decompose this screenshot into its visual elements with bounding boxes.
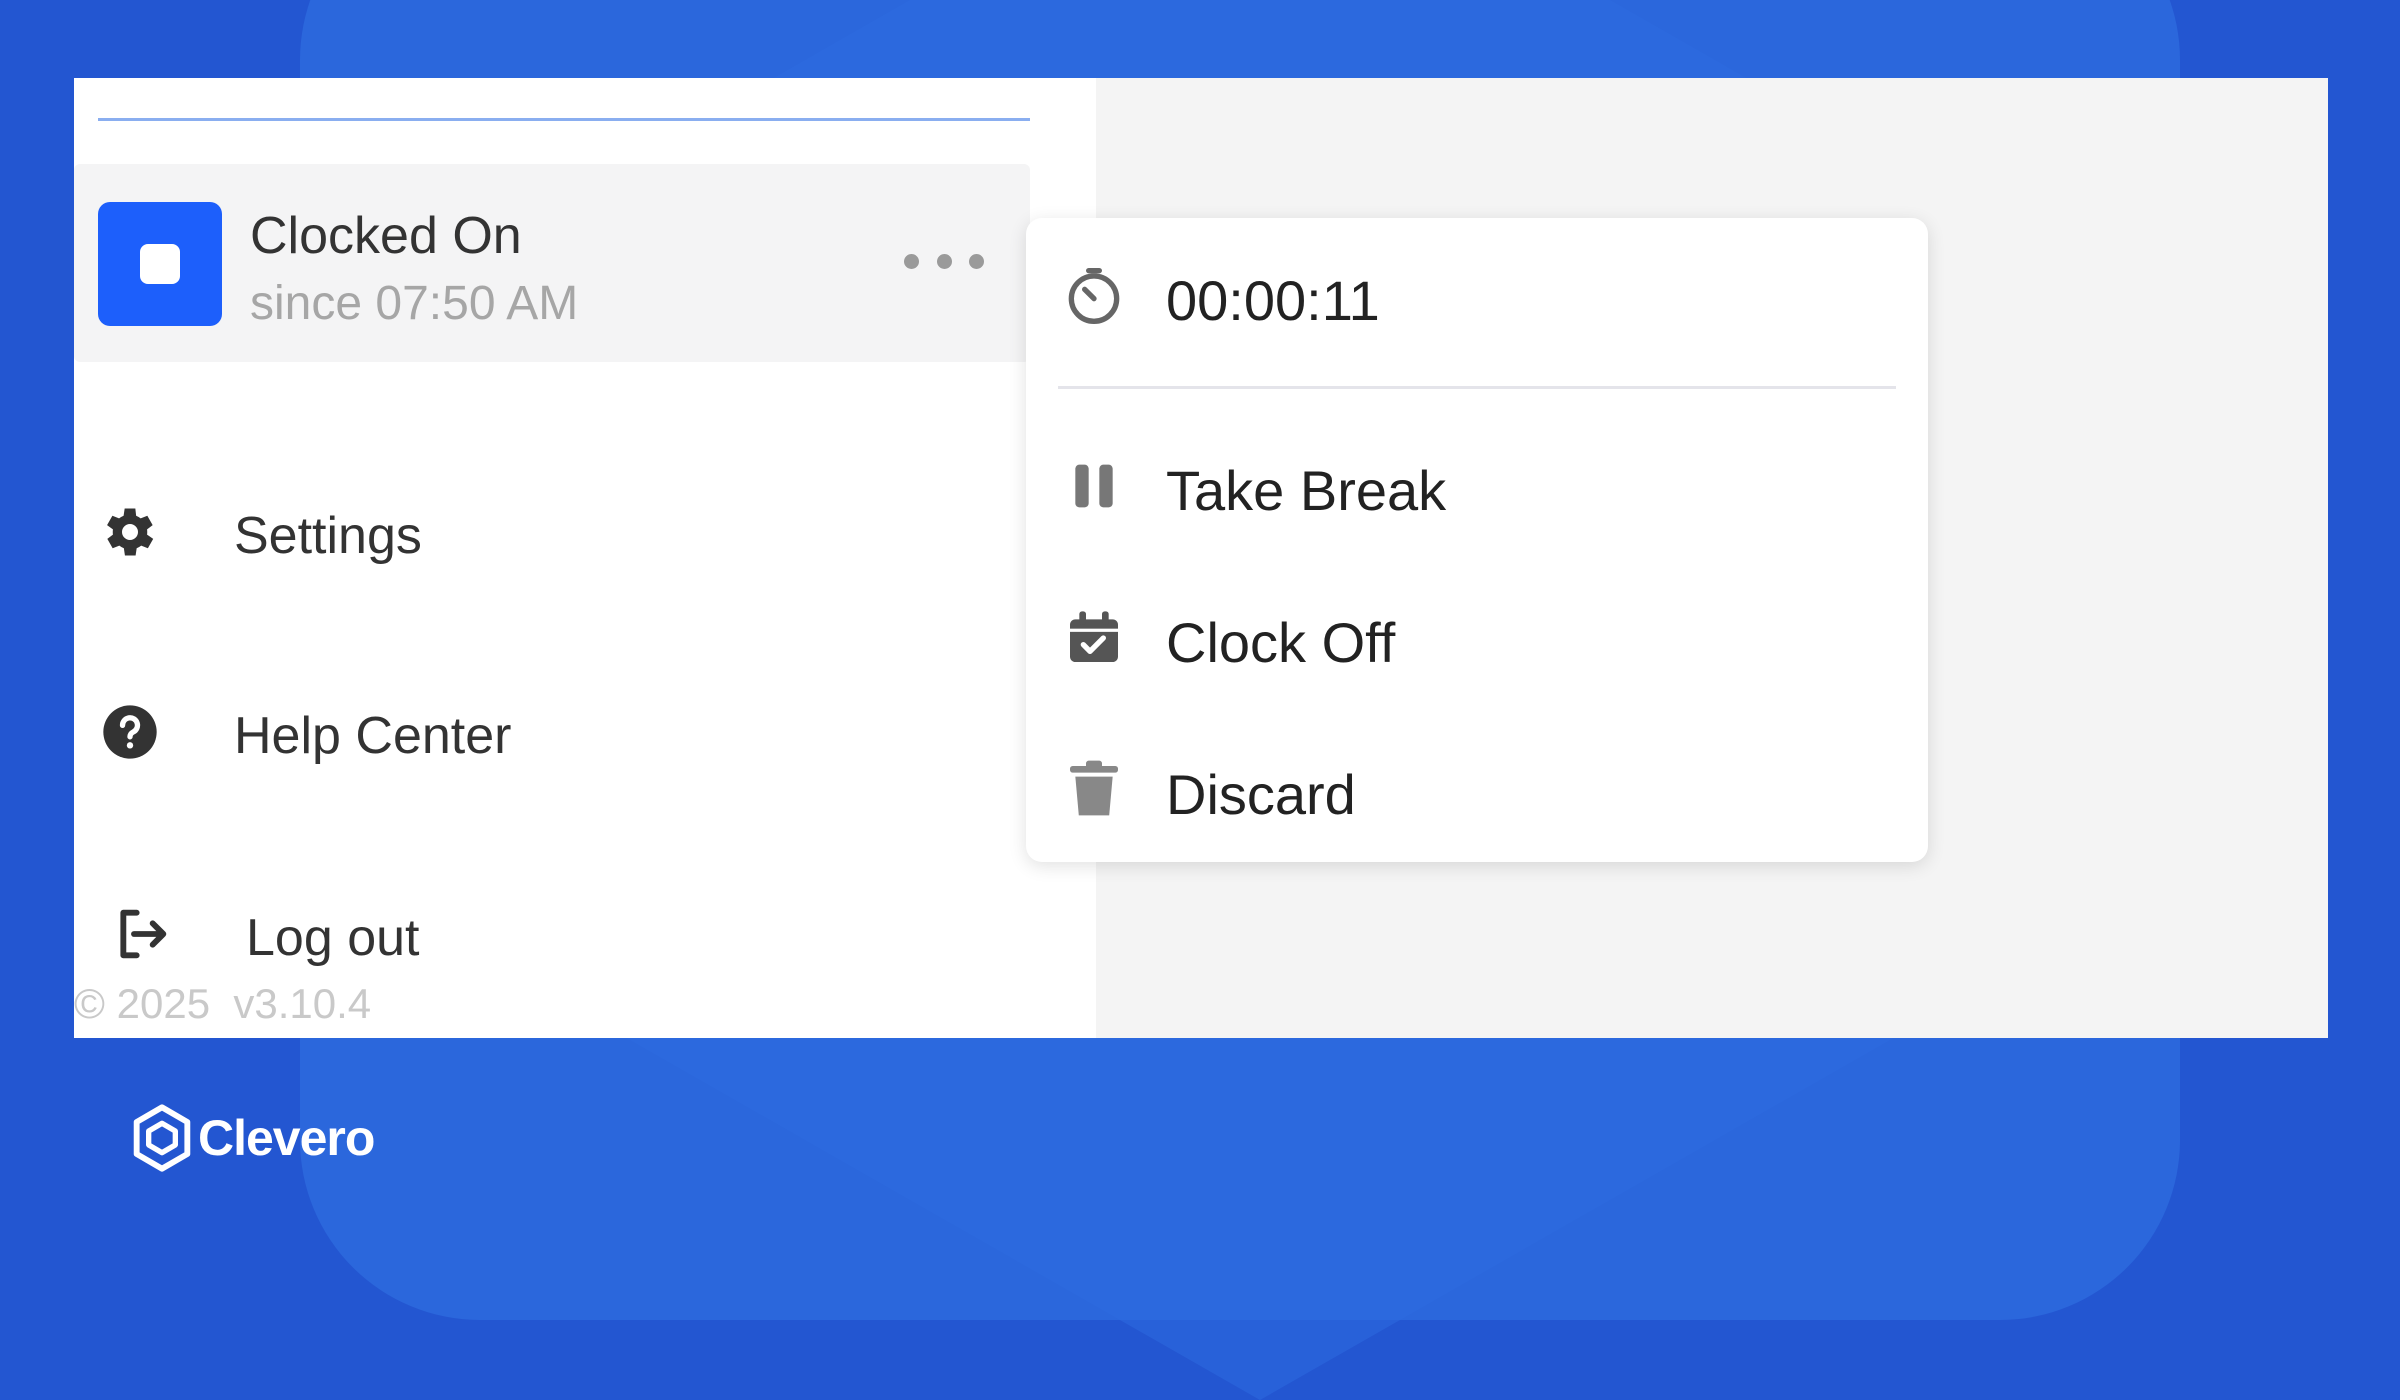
clock-status-since: since 07:50 AM	[250, 277, 579, 330]
elapsed-timer: 00:00:11	[1166, 269, 1380, 332]
sidebar-item-log-out[interactable]: Log out	[74, 872, 1030, 992]
discard-label: Discard	[1166, 763, 1356, 826]
sidebar-divider	[98, 118, 1030, 121]
sidebar-item-label: Settings	[234, 507, 422, 565]
stop-clock-button[interactable]	[98, 202, 222, 326]
clock-off-label: Clock Off	[1166, 611, 1396, 674]
brand-logo: Clevero	[130, 1098, 375, 1178]
sidebar: Clocked On since 07:50 AM Settings Help …	[74, 78, 1096, 1038]
pause-icon	[1075, 464, 1113, 508]
take-break-button[interactable]: Take Break	[1026, 428, 1928, 538]
sidebar-item-label: Help Center	[234, 707, 512, 765]
stop-icon	[140, 244, 180, 284]
brand-name: Clevero	[198, 1110, 375, 1166]
discard-button[interactable]: Discard	[1026, 732, 1928, 842]
stopwatch-icon	[1068, 268, 1120, 324]
take-break-label: Take Break	[1166, 459, 1447, 522]
clock-status-card[interactable]: Clocked On since 07:50 AM	[74, 164, 1030, 362]
sidebar-item-help-center[interactable]: Help Center	[74, 670, 1030, 790]
sidebar-item-label: Log out	[246, 909, 420, 967]
logout-icon	[120, 909, 167, 959]
sidebar-item-settings[interactable]: Settings	[74, 470, 1030, 590]
calendar-check-icon	[1070, 611, 1118, 662]
timer-row: 00:00:11	[1026, 238, 1928, 348]
more-options-icon[interactable]	[904, 246, 984, 276]
clock-status-title: Clocked On	[250, 207, 522, 265]
trash-icon	[1070, 760, 1118, 816]
copyright-version: © 2025 v3.10.4	[74, 980, 372, 1027]
clevero-logo-icon	[133, 1104, 191, 1172]
popover-divider	[1058, 386, 1896, 389]
gear-icon	[107, 508, 154, 556]
clock-actions-popover: 00:00:11 Take Break Clock Off Discard	[1026, 218, 1928, 862]
question-circle-icon	[103, 705, 157, 759]
clock-off-button[interactable]: Clock Off	[1026, 580, 1928, 690]
